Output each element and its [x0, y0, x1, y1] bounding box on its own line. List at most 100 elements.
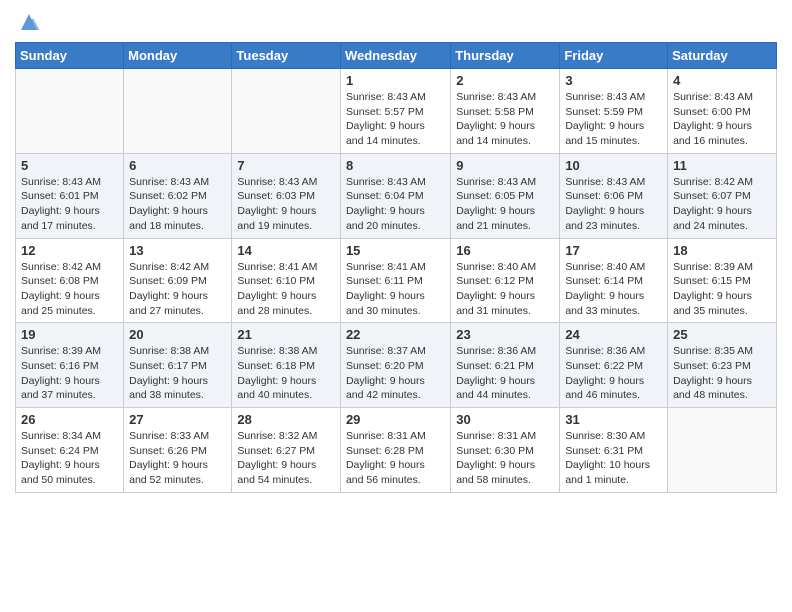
day-number: 22 [346, 327, 445, 342]
day-info: Sunrise: 8:31 AM Sunset: 6:30 PM Dayligh… [456, 429, 554, 488]
day-number: 13 [129, 243, 226, 258]
day-number: 30 [456, 412, 554, 427]
calendar-cell [16, 69, 124, 154]
day-info: Sunrise: 8:43 AM Sunset: 5:58 PM Dayligh… [456, 90, 554, 149]
day-number: 3 [565, 73, 662, 88]
calendar-cell: 25 Sunrise: 8:35 AM Sunset: 6:23 PM Dayli… [668, 323, 777, 408]
calendar-cell: 8Sunrise: 8:43 AM Sunset: 6:04 PM Daylig… [340, 153, 450, 238]
day-info: Sunrise: 8:43 AM Sunset: 5:57 PM Dayligh… [346, 90, 445, 149]
calendar-week-row: 5 Sunrise: 8:43 AM Sunset: 6:01 PM Daylig… [16, 153, 777, 238]
calendar-week-row: 26Sunrise: 8:34 AM Sunset: 6:24 PM Dayli… [16, 408, 777, 493]
day-number: 29 [346, 412, 445, 427]
day-info: Sunrise: 8:43 AM Sunset: 6:02 PM Dayligh… [129, 175, 226, 234]
calendar-week-row: 12Sunrise: 8:42 AM Sunset: 6:08 PM Dayli… [16, 238, 777, 323]
day-info: Sunrise: 8:35 AM Sunset: 6:23 PM Dayligh… [673, 344, 771, 403]
calendar-cell [232, 69, 341, 154]
day-number: 21 [237, 327, 335, 342]
calendar-cell: 24Sunrise: 8:36 AM Sunset: 6:22 PM Dayli… [560, 323, 668, 408]
day-number: 5 [21, 158, 118, 173]
day-number: 28 [237, 412, 335, 427]
calendar-cell: 5 Sunrise: 8:43 AM Sunset: 6:01 PM Daylig… [16, 153, 124, 238]
calendar-week-row: 19Sunrise: 8:39 AM Sunset: 6:16 PM Dayli… [16, 323, 777, 408]
calendar-cell: 1 Sunrise: 8:43 AM Sunset: 5:57 PM Daylig… [340, 69, 450, 154]
day-number: 9 [456, 158, 554, 173]
calendar-cell: 22 Sunrise: 8:37 AM Sunset: 6:20 PM Dayli… [340, 323, 450, 408]
day-number: 10 [565, 158, 662, 173]
calendar-cell: 9Sunrise: 8:43 AM Sunset: 6:05 PM Daylig… [451, 153, 560, 238]
day-number: 4 [673, 73, 771, 88]
weekday-header: Monday [124, 43, 232, 69]
day-info: Sunrise: 8:41 AM Sunset: 6:11 PM Dayligh… [346, 260, 445, 319]
day-info: Sunrise: 8:33 AM Sunset: 6:26 PM Dayligh… [129, 429, 226, 488]
day-info: Sunrise: 8:30 AM Sunset: 6:31 PM Dayligh… [565, 429, 662, 488]
day-info: Sunrise: 8:39 AM Sunset: 6:15 PM Dayligh… [673, 260, 771, 319]
calendar-cell: 21 Sunrise: 8:38 AM Sunset: 6:18 PM Dayli… [232, 323, 341, 408]
calendar-cell: 6 Sunrise: 8:43 AM Sunset: 6:02 PM Daylig… [124, 153, 232, 238]
day-info: Sunrise: 8:40 AM Sunset: 6:12 PM Dayligh… [456, 260, 554, 319]
weekday-header: Friday [560, 43, 668, 69]
day-info: Sunrise: 8:42 AM Sunset: 6:07 PM Dayligh… [673, 175, 771, 234]
header [15, 10, 777, 34]
day-info: Sunrise: 8:43 AM Sunset: 6:03 PM Dayligh… [237, 175, 335, 234]
day-number: 8 [346, 158, 445, 173]
weekday-header: Sunday [16, 43, 124, 69]
calendar-cell: 27 Sunrise: 8:33 AM Sunset: 6:26 PM Dayli… [124, 408, 232, 493]
day-info: Sunrise: 8:42 AM Sunset: 6:09 PM Dayligh… [129, 260, 226, 319]
day-number: 15 [346, 243, 445, 258]
logo [15, 10, 41, 34]
calendar-cell: 10 Sunrise: 8:43 AM Sunset: 6:06 PM Dayli… [560, 153, 668, 238]
day-info: Sunrise: 8:39 AM Sunset: 6:16 PM Dayligh… [21, 344, 118, 403]
calendar-cell: 16 Sunrise: 8:40 AM Sunset: 6:12 PM Dayli… [451, 238, 560, 323]
day-info: Sunrise: 8:43 AM Sunset: 6:00 PM Dayligh… [673, 90, 771, 149]
calendar-cell: 14 Sunrise: 8:41 AM Sunset: 6:10 PM Dayli… [232, 238, 341, 323]
day-number: 2 [456, 73, 554, 88]
day-number: 20 [129, 327, 226, 342]
weekday-header: Saturday [668, 43, 777, 69]
calendar-cell [668, 408, 777, 493]
day-info: Sunrise: 8:36 AM Sunset: 6:22 PM Dayligh… [565, 344, 662, 403]
day-number: 25 [673, 327, 771, 342]
calendar-cell: 23 Sunrise: 8:36 AM Sunset: 6:21 PM Dayli… [451, 323, 560, 408]
calendar-cell: 3 Sunrise: 8:43 AM Sunset: 5:59 PM Daylig… [560, 69, 668, 154]
day-number: 6 [129, 158, 226, 173]
calendar-cell: 18 Sunrise: 8:39 AM Sunset: 6:15 PM Dayli… [668, 238, 777, 323]
calendar-cell [124, 69, 232, 154]
day-number: 27 [129, 412, 226, 427]
day-info: Sunrise: 8:38 AM Sunset: 6:18 PM Dayligh… [237, 344, 335, 403]
day-number: 14 [237, 243, 335, 258]
weekday-header: Wednesday [340, 43, 450, 69]
calendar-cell: 30 Sunrise: 8:31 AM Sunset: 6:30 PM Dayli… [451, 408, 560, 493]
calendar-cell: 4 Sunrise: 8:43 AM Sunset: 6:00 PM Daylig… [668, 69, 777, 154]
day-number: 23 [456, 327, 554, 342]
calendar-cell: 7Sunrise: 8:43 AM Sunset: 6:03 PM Daylig… [232, 153, 341, 238]
calendar-cell: 26Sunrise: 8:34 AM Sunset: 6:24 PM Dayli… [16, 408, 124, 493]
calendar-cell: 11Sunrise: 8:42 AM Sunset: 6:07 PM Dayli… [668, 153, 777, 238]
calendar-header-row: SundayMondayTuesdayWednesdayThursdayFrid… [16, 43, 777, 69]
calendar-table: SundayMondayTuesdayWednesdayThursdayFrid… [15, 42, 777, 493]
day-info: Sunrise: 8:43 AM Sunset: 5:59 PM Dayligh… [565, 90, 662, 149]
calendar-cell: 17Sunrise: 8:40 AM Sunset: 6:14 PM Dayli… [560, 238, 668, 323]
calendar-cell: 13 Sunrise: 8:42 AM Sunset: 6:09 PM Dayli… [124, 238, 232, 323]
day-number: 16 [456, 243, 554, 258]
day-info: Sunrise: 8:41 AM Sunset: 6:10 PM Dayligh… [237, 260, 335, 319]
day-number: 26 [21, 412, 118, 427]
calendar-cell: 2 Sunrise: 8:43 AM Sunset: 5:58 PM Daylig… [451, 69, 560, 154]
page-container: SundayMondayTuesdayWednesdayThursdayFrid… [0, 0, 792, 508]
calendar-cell: 31Sunrise: 8:30 AM Sunset: 6:31 PM Dayli… [560, 408, 668, 493]
day-info: Sunrise: 8:36 AM Sunset: 6:21 PM Dayligh… [456, 344, 554, 403]
day-number: 1 [346, 73, 445, 88]
calendar-cell: 20Sunrise: 8:38 AM Sunset: 6:17 PM Dayli… [124, 323, 232, 408]
day-number: 12 [21, 243, 118, 258]
day-info: Sunrise: 8:43 AM Sunset: 6:01 PM Dayligh… [21, 175, 118, 234]
calendar-cell: 19Sunrise: 8:39 AM Sunset: 6:16 PM Dayli… [16, 323, 124, 408]
day-info: Sunrise: 8:37 AM Sunset: 6:20 PM Dayligh… [346, 344, 445, 403]
day-info: Sunrise: 8:31 AM Sunset: 6:28 PM Dayligh… [346, 429, 445, 488]
day-number: 18 [673, 243, 771, 258]
logo-icon [17, 10, 41, 34]
calendar-cell: 15 Sunrise: 8:41 AM Sunset: 6:11 PM Dayli… [340, 238, 450, 323]
calendar-cell: 28 Sunrise: 8:32 AM Sunset: 6:27 PM Dayli… [232, 408, 341, 493]
day-info: Sunrise: 8:40 AM Sunset: 6:14 PM Dayligh… [565, 260, 662, 319]
day-info: Sunrise: 8:43 AM Sunset: 6:06 PM Dayligh… [565, 175, 662, 234]
calendar-week-row: 1 Sunrise: 8:43 AM Sunset: 5:57 PM Daylig… [16, 69, 777, 154]
day-info: Sunrise: 8:32 AM Sunset: 6:27 PM Dayligh… [237, 429, 335, 488]
